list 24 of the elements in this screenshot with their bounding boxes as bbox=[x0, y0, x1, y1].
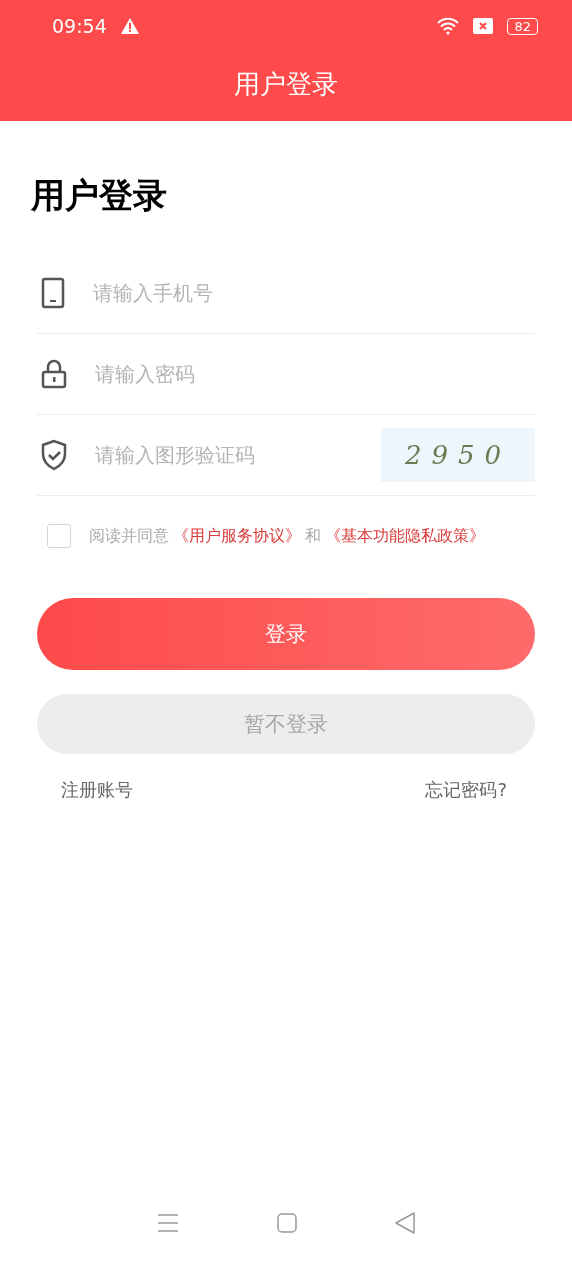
input-field[interactable]: 请输入手机号 bbox=[91, 272, 535, 314]
policy-link[interactable]: 《用户服务协议》 bbox=[173, 525, 301, 545]
shield-check-icon bbox=[41, 439, 67, 471]
lock-icon bbox=[41, 359, 67, 389]
home-icon[interactable] bbox=[277, 1213, 297, 1233]
page-heading: 用户登录 bbox=[31, 174, 168, 217]
input-field[interactable]: 请输入密码 bbox=[93, 353, 535, 395]
text-link[interactable]: 忘记密码? bbox=[425, 778, 507, 802]
warning-icon bbox=[120, 18, 139, 34]
menu-icon[interactable] bbox=[157, 1213, 179, 1233]
agreement-text: 阅读并同意 《用户服务协议》 和 《基本功能隐私政策》 bbox=[88, 525, 485, 547]
header-title: 用户登录 bbox=[234, 68, 338, 101]
agree-checkbox[interactable] bbox=[47, 524, 71, 548]
phone-icon bbox=[41, 277, 65, 309]
input-field[interactable]: 请输入图形验证码 bbox=[93, 434, 355, 476]
text-link[interactable]: 注册账号 bbox=[61, 778, 133, 802]
sim-error-icon bbox=[473, 18, 494, 34]
wifi-icon bbox=[437, 17, 460, 35]
battery-indicator: 82 bbox=[507, 17, 538, 35]
policy-link[interactable]: 《基本功能隐私政策》 bbox=[325, 525, 485, 545]
captcha-image[interactable]: 2950 bbox=[381, 428, 535, 482]
status-time: 09:54 bbox=[52, 15, 107, 37]
back-icon[interactable] bbox=[395, 1212, 415, 1234]
login-button[interactable]: 登录 bbox=[37, 598, 535, 670]
